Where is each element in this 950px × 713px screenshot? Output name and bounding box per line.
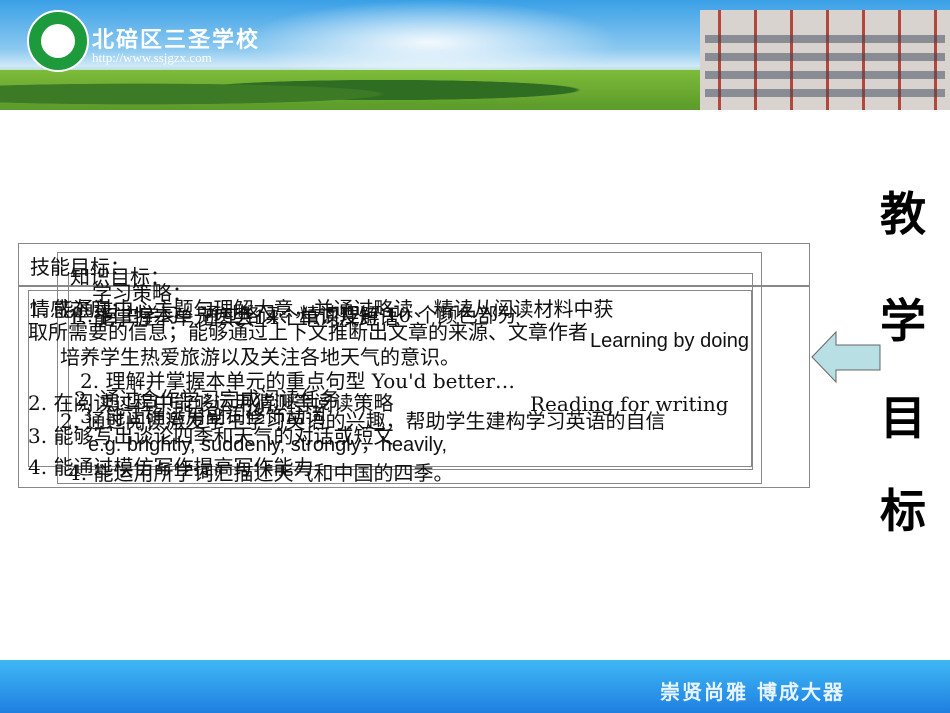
strategy-line: 2. 通过合作学习完成阅读任务 bbox=[74, 387, 340, 411]
header-banner: 北碚区三圣学校 http://www.ssjgzx.com bbox=[0, 0, 950, 110]
knowledge-line: e.g. brightly, suddenly, strongly，heavil… bbox=[88, 434, 448, 456]
knowledge-line: 4. 能运用所学词汇描述天气和中国的四季。 bbox=[68, 461, 454, 485]
side-title-char: 目 bbox=[880, 391, 926, 445]
side-title-char: 标 bbox=[880, 484, 926, 538]
strategy-line: Learning by doing bbox=[590, 330, 750, 352]
left-arrow-icon bbox=[811, 330, 881, 384]
emotion-line: 2. 通过阅读激发学生学习英语的兴趣，帮助学生建构学习英语的自信 bbox=[60, 409, 666, 433]
school-logo bbox=[27, 10, 89, 72]
school-url: http://www.ssjgzx.com bbox=[92, 50, 212, 65]
side-title-char: 教 bbox=[880, 187, 926, 241]
side-title-char: 学 bbox=[880, 294, 926, 348]
strategy-line: 1. 自主学习：通过略读、精读理解 10 个颜色部分 bbox=[74, 303, 518, 327]
emotion-heading: 情感态度： bbox=[30, 297, 130, 321]
footer-bar: 崇贤尚雅 博成大器 bbox=[0, 660, 950, 713]
school-building-image bbox=[700, 10, 950, 110]
trees-image bbox=[0, 70, 700, 110]
footer-slogan: 崇贤尚雅 博成大器 bbox=[660, 680, 845, 704]
emotion-line: 培养学生热爱旅游以及关注各地天气的意识。 bbox=[60, 345, 460, 369]
